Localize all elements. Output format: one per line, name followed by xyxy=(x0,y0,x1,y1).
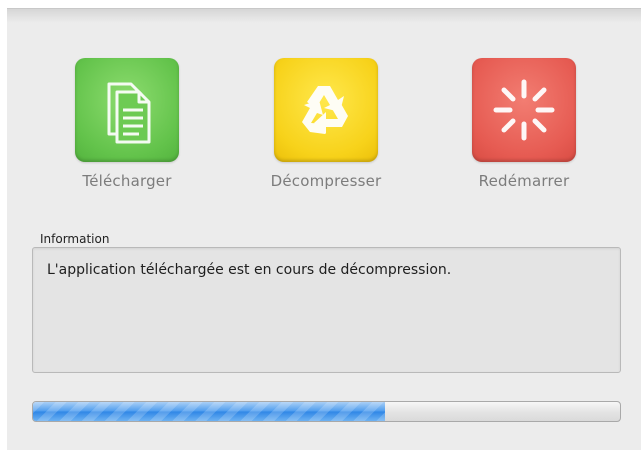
download-label: Télécharger xyxy=(82,172,172,190)
step-restart: Redémarrer xyxy=(444,58,604,190)
information-message: L'application téléchargée est en cours d… xyxy=(47,262,452,278)
documents-icon xyxy=(107,82,151,144)
information-title: Information xyxy=(40,232,110,246)
window-top-edge xyxy=(7,9,641,23)
unpack-label: Décompresser xyxy=(270,172,382,190)
download-tile xyxy=(75,58,179,162)
recycle-icon xyxy=(302,86,348,134)
unpack-tile xyxy=(274,58,378,162)
spinner-icon xyxy=(493,79,555,141)
restart-tile xyxy=(472,58,576,162)
step-unpack: Décompresser xyxy=(246,58,406,190)
restart-label: Redémarrer xyxy=(478,172,570,190)
step-download: Télécharger xyxy=(47,58,207,190)
information-box: L'application téléchargée est en cours d… xyxy=(32,247,621,373)
progress-fill xyxy=(33,402,386,421)
progress-bar xyxy=(32,401,621,422)
